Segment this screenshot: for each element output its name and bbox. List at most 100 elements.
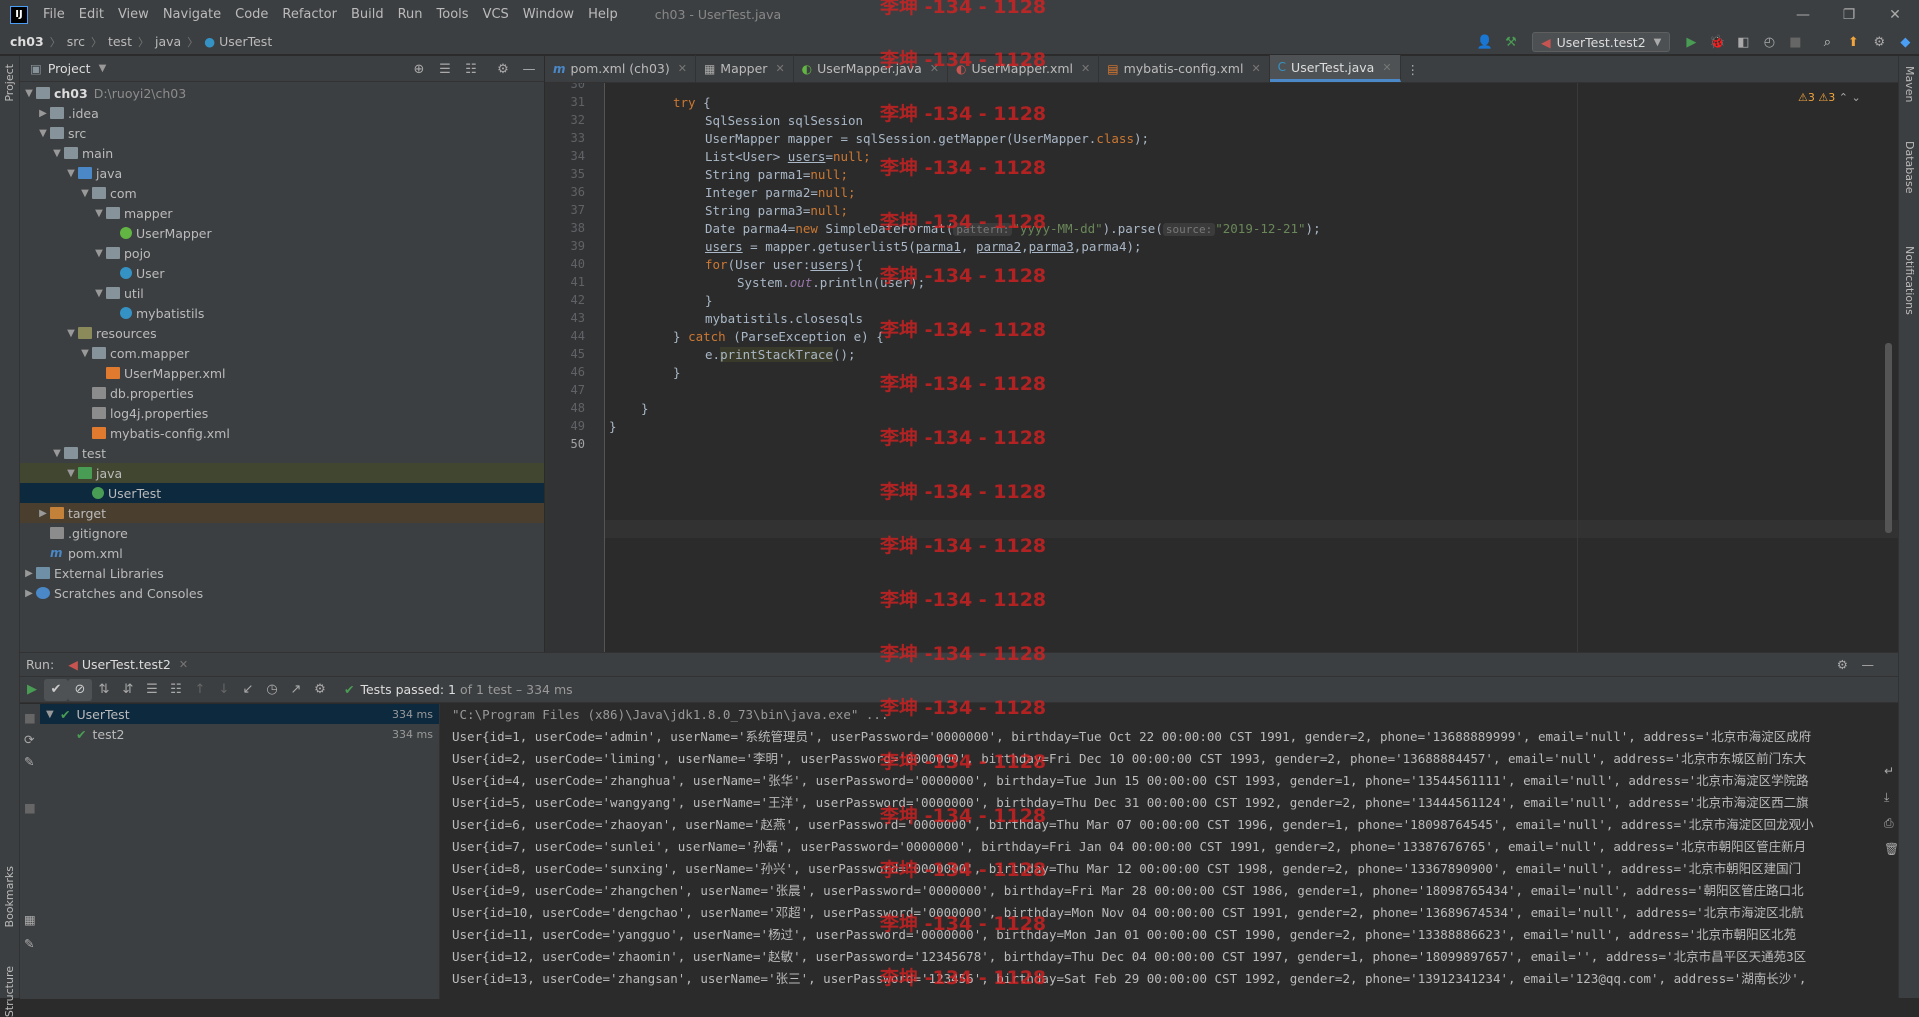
close-tab-icon[interactable]: ✕ bbox=[775, 62, 784, 75]
menu-navigate[interactable]: Navigate bbox=[156, 7, 228, 22]
import-tests-icon[interactable]: ↙ bbox=[236, 679, 260, 701]
build-hammer-icon[interactable]: ⚒ bbox=[1502, 33, 1520, 51]
settings-icon[interactable]: ⚙ bbox=[1870, 33, 1888, 51]
close-tab-icon[interactable]: ✕ bbox=[1081, 62, 1090, 75]
close-tab-icon[interactable]: ✕ bbox=[930, 62, 939, 75]
close-tab-icon[interactable]: ✕ bbox=[179, 658, 188, 671]
tree-item-usermapper[interactable]: UserMapper bbox=[20, 223, 544, 243]
show-ignored-icon[interactable]: ⊘ bbox=[68, 678, 92, 701]
tree-item-log4j-properties[interactable]: log4j.properties bbox=[20, 403, 544, 423]
soft-wrap-icon[interactable]: ↵ bbox=[1884, 764, 1894, 778]
export-icon[interactable]: ↗ bbox=[284, 679, 308, 701]
project-tool-button[interactable]: Project bbox=[3, 64, 16, 102]
test-suite-row[interactable]: ▼ ✔ UserTest 334 ms bbox=[40, 704, 439, 724]
tree-item-java[interactable]: ▼ java bbox=[20, 163, 544, 183]
menu-code[interactable]: Code bbox=[228, 7, 275, 22]
bookmarks-tool-button[interactable]: Bookmarks bbox=[3, 866, 16, 927]
sort-alphabetically-icon[interactable]: ⇅ bbox=[92, 679, 116, 701]
stop-icon[interactable]: ■ bbox=[24, 710, 36, 725]
run-configuration-select[interactable]: ◀ UserTest.test2 ▼ bbox=[1532, 32, 1671, 52]
wrench-icon[interactable]: ✎ bbox=[24, 754, 34, 769]
tree-item-main[interactable]: ▼ main bbox=[20, 143, 544, 163]
tree-item-db-properties[interactable]: db.properties bbox=[20, 383, 544, 403]
tab-pom-xml[interactable]: m pom.xml (ch03) ✕ bbox=[545, 55, 696, 82]
tree-item-idea[interactable]: ▶ .idea bbox=[20, 103, 544, 123]
gear-icon[interactable]: ⚙ bbox=[1837, 657, 1848, 672]
tree-item-test[interactable]: ▼ test bbox=[20, 443, 544, 463]
menu-view[interactable]: View bbox=[111, 7, 156, 22]
tree-item-scratches[interactable]: ▶ Scratches and Consoles bbox=[20, 583, 544, 603]
structure-tool-button[interactable]: Structure bbox=[3, 966, 16, 1017]
menu-file[interactable]: File bbox=[36, 7, 72, 22]
notifications-tool-button[interactable]: Notifications bbox=[1903, 246, 1916, 315]
run-tab[interactable]: UserTest.test2 bbox=[82, 657, 171, 672]
minimize-icon[interactable]: — bbox=[1780, 0, 1826, 29]
tree-item-usertest[interactable]: UserTest bbox=[20, 483, 544, 503]
menu-window[interactable]: Window bbox=[516, 7, 581, 22]
tree-item-target[interactable]: ▶ target bbox=[20, 503, 544, 523]
plugin-icon[interactable]: ◆ bbox=[1896, 33, 1914, 51]
expand-all-icon[interactable]: ☰ bbox=[140, 679, 164, 701]
stop-icon[interactable]: ■ bbox=[1786, 33, 1804, 51]
rerun-icon[interactable]: ▶ bbox=[20, 679, 44, 701]
collapse-all-icon[interactable]: ☷ bbox=[164, 679, 188, 701]
stop-icon[interactable]: ■ bbox=[24, 800, 36, 815]
breadcrumb-test[interactable]: test bbox=[108, 34, 132, 49]
editor-scrollbar[interactable] bbox=[1885, 343, 1892, 533]
sort-by-duration-icon[interactable]: ⇵ bbox=[116, 679, 140, 701]
tree-item-src[interactable]: ▼ src bbox=[20, 123, 544, 143]
tree-item-mapper[interactable]: ▼ mapper bbox=[20, 203, 544, 223]
tree-item-test-java[interactable]: ▼ java bbox=[20, 463, 544, 483]
print-icon[interactable]: ⎙ bbox=[1884, 816, 1894, 831]
project-panel-title[interactable]: Project bbox=[48, 61, 91, 76]
warning-indicator[interactable]: ⚠3 ⚠3 ⌃ ⌄ bbox=[1798, 91, 1861, 104]
tab-usermapper-xml[interactable]: ◐ UserMapper.xml ✕ bbox=[948, 55, 1100, 82]
layout-icon[interactable]: ▦ bbox=[24, 912, 36, 927]
chevron-down-icon[interactable]: ▼ bbox=[99, 63, 107, 74]
tab-overflow-icon[interactable]: ⋮ bbox=[1407, 62, 1420, 77]
tab-usermapper-java[interactable]: ◐ UserMapper.java ✕ bbox=[794, 55, 949, 82]
breadcrumb-java[interactable]: java bbox=[155, 34, 181, 49]
close-tab-icon[interactable]: ✕ bbox=[678, 62, 687, 75]
tab-usertest-java[interactable]: C UserTest.java ✕ bbox=[1269, 55, 1401, 82]
hide-panel-icon[interactable]: — bbox=[520, 60, 538, 78]
breadcrumb-src[interactable]: src bbox=[67, 34, 85, 49]
tree-item-com[interactable]: ▼ com bbox=[20, 183, 544, 203]
locate-icon[interactable]: ⊕ bbox=[410, 60, 428, 78]
console-output[interactable]: "C:\Program Files (x86)\Java\jdk1.8.0_73… bbox=[440, 704, 1880, 999]
rerun-failed-icon[interactable]: ⟳ bbox=[24, 732, 34, 747]
gear-icon[interactable]: ⚙ bbox=[494, 60, 512, 78]
run-icon[interactable]: ▶ bbox=[1682, 33, 1700, 51]
code-editor[interactable]: 30 31 32 33 34 35 36 37 38 39 40 41 42 4… bbox=[545, 83, 1898, 652]
history-icon[interactable]: ◷ bbox=[260, 679, 284, 701]
search-icon[interactable]: ⌕ bbox=[1818, 33, 1836, 51]
tree-item-usermapper-xml[interactable]: UserMapper.xml bbox=[20, 363, 544, 383]
tree-item-pojo[interactable]: ▼ pojo bbox=[20, 243, 544, 263]
scroll-to-end-icon[interactable]: ⤓ bbox=[1884, 790, 1889, 805]
close-tab-icon[interactable]: ✕ bbox=[1382, 61, 1391, 74]
tree-item-ch03[interactable]: ▼ ch03 D:\ruoyi2\ch03 bbox=[20, 83, 544, 103]
expand-all-icon[interactable]: ☰ bbox=[436, 60, 454, 78]
menu-tools[interactable]: Tools bbox=[430, 7, 476, 22]
tree-item-pom[interactable]: m pom.xml bbox=[20, 543, 544, 563]
debug-icon[interactable]: 🐞 bbox=[1708, 33, 1726, 51]
tab-mapper[interactable]: ▦ Mapper ✕ bbox=[696, 55, 794, 82]
coverage-icon[interactable]: ◧ bbox=[1734, 33, 1752, 51]
trash-icon[interactable]: 🗑 bbox=[1884, 842, 1899, 856]
previous-failed-icon[interactable]: ↑ bbox=[188, 679, 212, 701]
show-passed-icon[interactable]: ✔ bbox=[44, 678, 68, 701]
close-tab-icon[interactable]: ✕ bbox=[1251, 62, 1260, 75]
menu-build[interactable]: Build bbox=[344, 7, 391, 22]
next-failed-icon[interactable]: ↓ bbox=[212, 679, 236, 701]
update-icon[interactable]: ⬆ bbox=[1844, 33, 1862, 51]
collapse-all-icon[interactable]: ☷ bbox=[462, 60, 480, 78]
tree-item-mybatistils[interactable]: mybatistils bbox=[20, 303, 544, 323]
maximize-icon[interactable]: ❐ bbox=[1826, 0, 1872, 29]
tab-mybatis-config[interactable]: ▤ mybatis-config.xml ✕ bbox=[1099, 55, 1270, 82]
hide-panel-icon[interactable]: — bbox=[1862, 657, 1875, 672]
menu-vcs[interactable]: VCS bbox=[476, 7, 516, 22]
profile-icon[interactable]: ◴ bbox=[1760, 33, 1778, 51]
tree-item-mybatis-config[interactable]: mybatis-config.xml bbox=[20, 423, 544, 443]
tree-item-resources[interactable]: ▼ resources bbox=[20, 323, 544, 343]
tree-item-gitignore[interactable]: .gitignore bbox=[20, 523, 544, 543]
